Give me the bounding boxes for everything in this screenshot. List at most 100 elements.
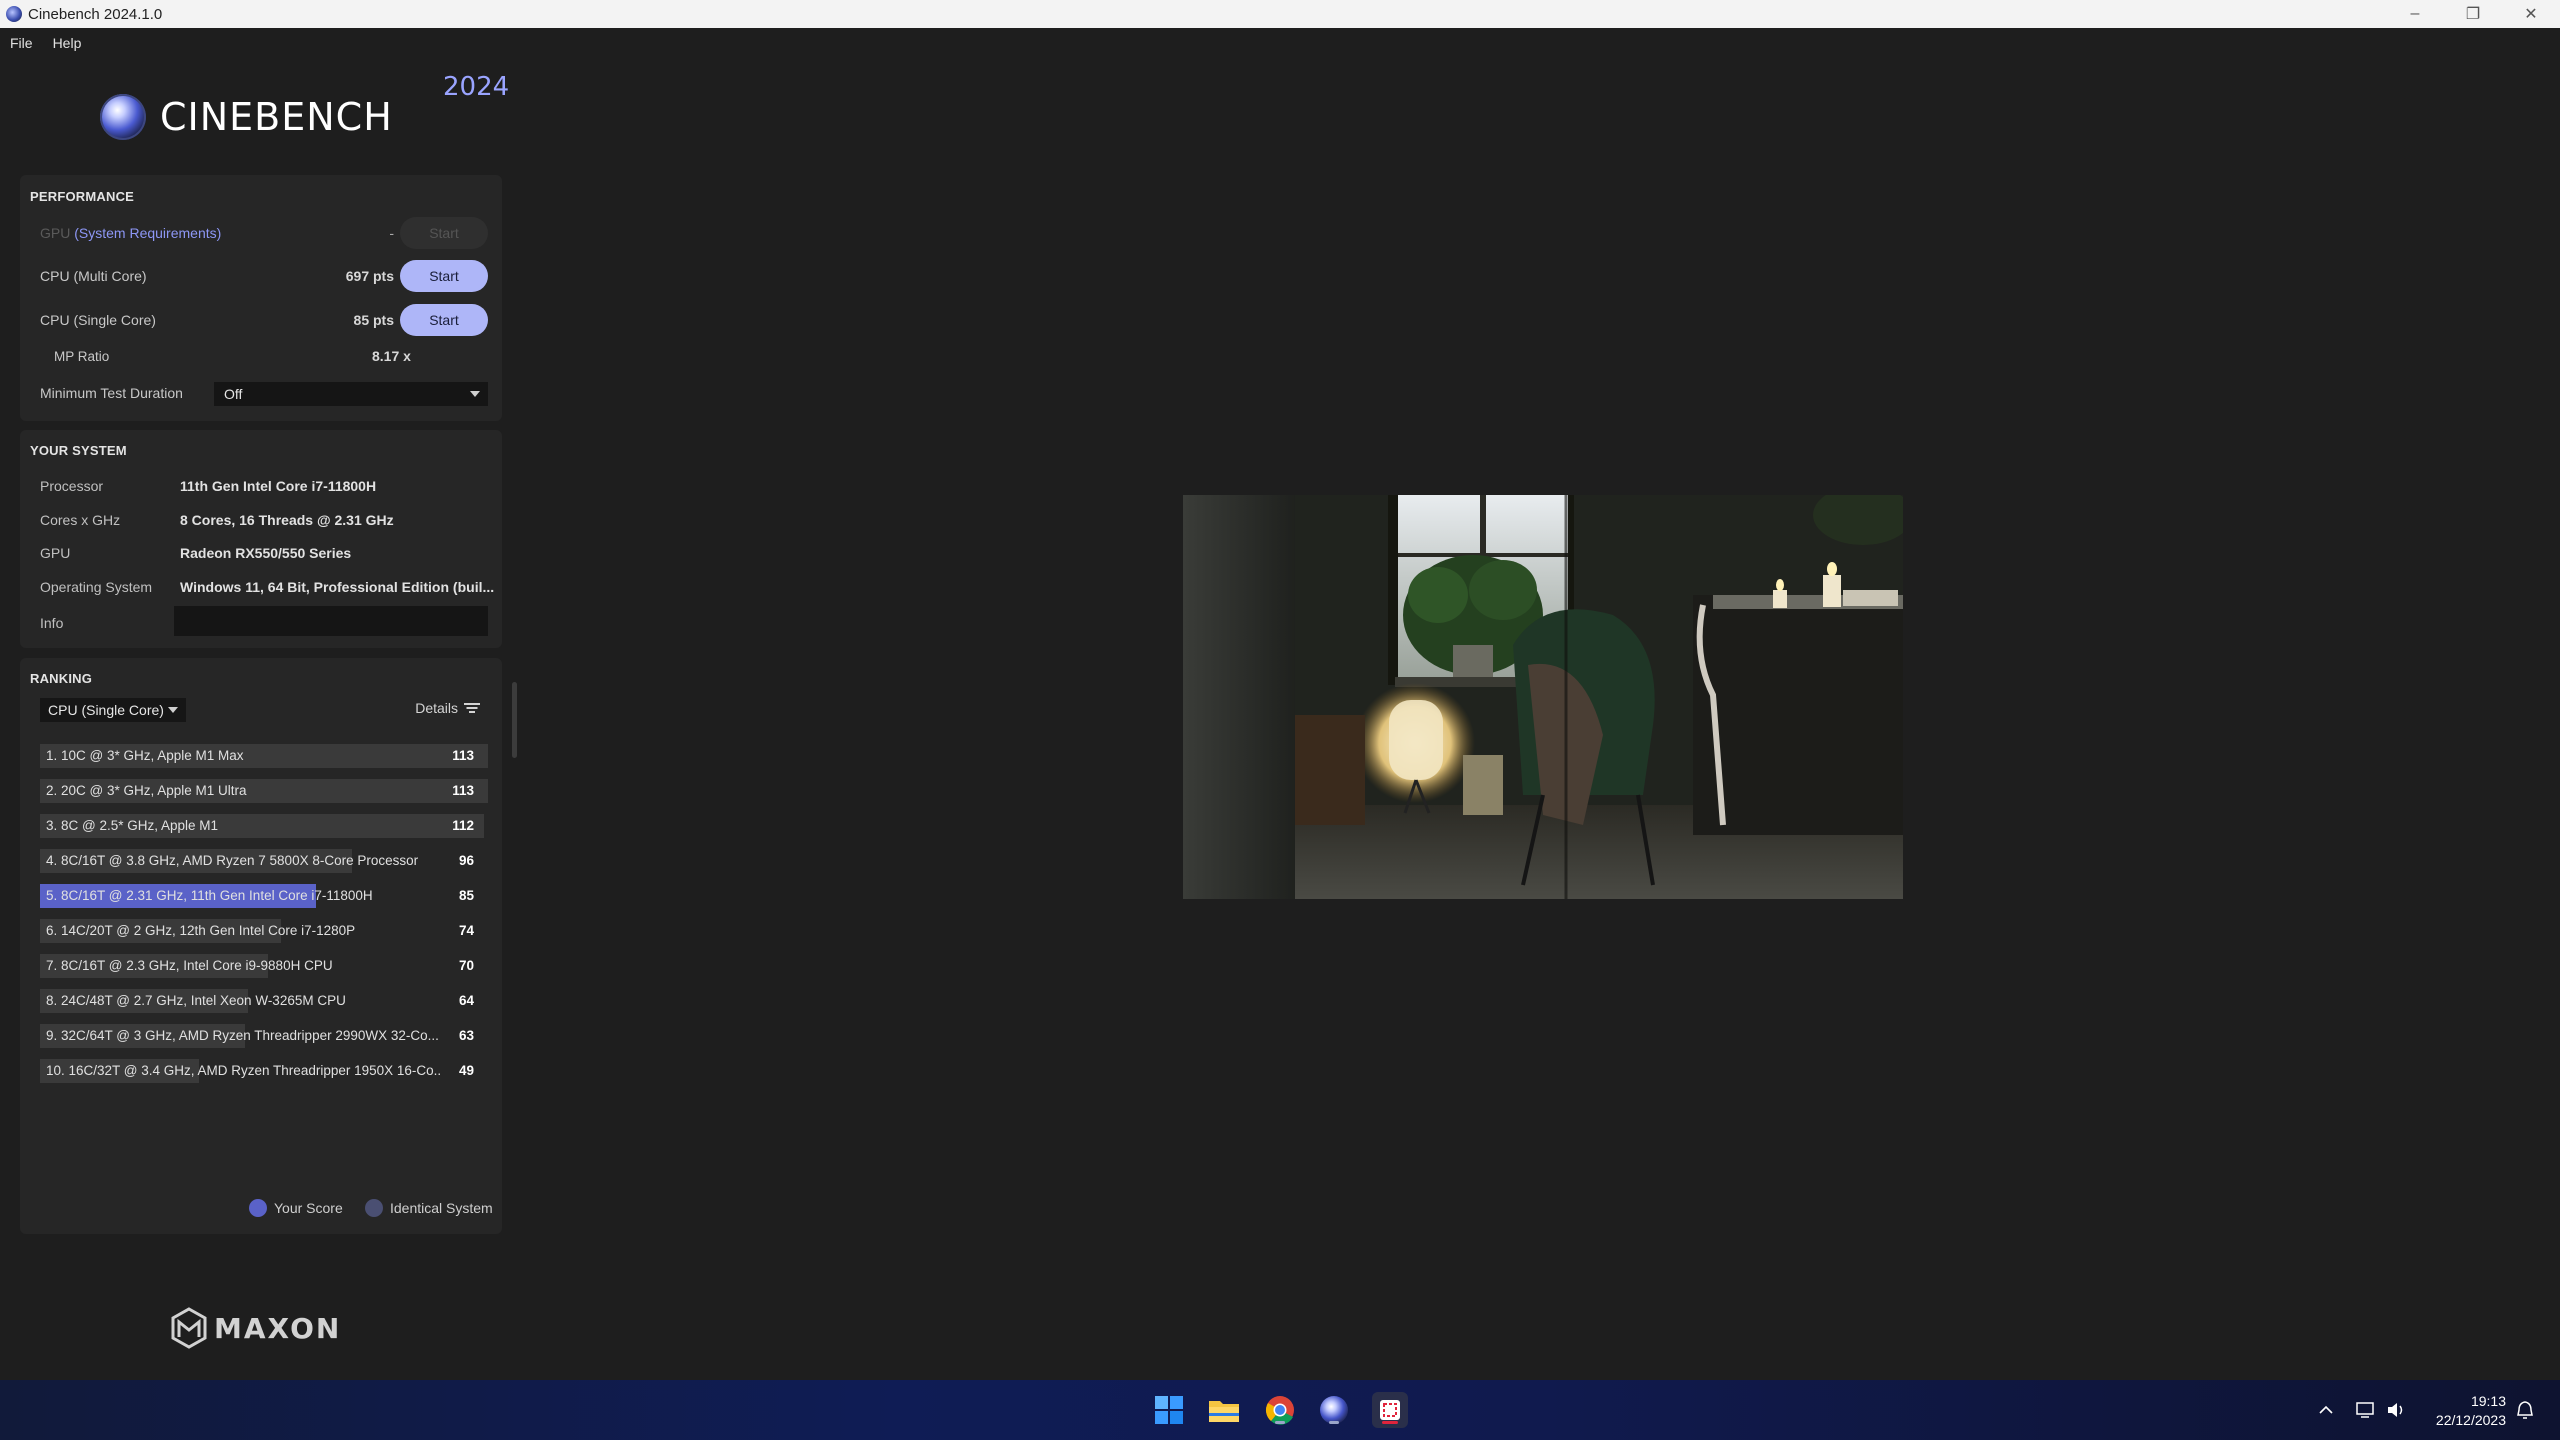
gpu-start-button[interactable]: Start: [400, 217, 488, 249]
ranking-row-label: 8. 24C/48T @ 2.7 GHz, Intel Xeon W-3265M…: [46, 993, 346, 1008]
close-icon[interactable]: ✕: [2502, 0, 2560, 28]
show-hidden-icons[interactable]: [2318, 1380, 2334, 1440]
ranking-row-score: 113: [452, 783, 474, 798]
clock-date: 22/12/2023: [2435, 1412, 2506, 1428]
left-panel-scrollbar[interactable]: [512, 682, 517, 758]
network-icon[interactable]: [2356, 1380, 2376, 1440]
brand-name: CINEBENCH: [160, 95, 393, 139]
volume-icon[interactable]: [2386, 1380, 2406, 1440]
ranking-row[interactable]: 2. 20C @ 3* GHz, Apple M1 Ultra 113: [40, 779, 488, 803]
gpu-label: GPU: [40, 225, 71, 241]
info-field[interactable]: [174, 606, 488, 636]
chrome-icon[interactable]: [1262, 1392, 1298, 1428]
ranking-legend: Your Score Identical System: [20, 1198, 502, 1218]
notification-bell-icon[interactable]: [2516, 1380, 2534, 1440]
cpu-multi-label: CPU (Multi Core): [40, 268, 147, 284]
ranking-row[interactable]: 6. 14C/20T @ 2 GHz, 12th Gen Intel Core …: [40, 919, 488, 943]
taskbar: 19:13 22/12/2023: [0, 1380, 2560, 1440]
mp-ratio-value: 8.17 x: [372, 348, 411, 364]
details-button[interactable]: Details: [415, 700, 480, 716]
ranking-row-label: 9. 32C/64T @ 3 GHz, AMD Ryzen Threadripp…: [46, 1028, 439, 1043]
your-score-dot: [249, 1199, 267, 1217]
restore-icon[interactable]: ❐: [2444, 0, 2502, 28]
processor-value: 11th Gen Intel Core i7-11800H: [180, 478, 377, 494]
ranking-row-label: 4. 8C/16T @ 3.8 GHz, AMD Ryzen 7 5800X 8…: [46, 853, 419, 868]
gpu-row: GPU (System Requirements) - Start: [40, 217, 488, 249]
system-requirements-link[interactable]: (System Requirements): [74, 225, 221, 241]
your-system-title: YOUR SYSTEM: [30, 443, 127, 458]
your-system-panel: YOUR SYSTEM Processor 11th Gen Intel Cor…: [20, 430, 502, 648]
ranking-row[interactable]: 9. 32C/64T @ 3 GHz, AMD Ryzen Threadripp…: [40, 1024, 488, 1048]
info-label: Info: [40, 615, 64, 631]
window-title: Cinebench 2024.1.0: [28, 5, 163, 23]
chevron-down-icon: [470, 391, 480, 397]
details-label: Details: [415, 700, 458, 716]
ranking-test-select[interactable]: CPU (Single Core): [40, 698, 186, 722]
gpu-sys-label: GPU: [40, 545, 71, 561]
ranking-row[interactable]: 10. 16C/32T @ 3.4 GHz, AMD Ryzen Threadr…: [40, 1059, 488, 1083]
performance-title: PERFORMANCE: [30, 189, 135, 204]
ranking-row-label: 1. 10C @ 3* GHz, Apple M1 Max: [46, 748, 244, 763]
ranking-title: RANKING: [30, 671, 93, 686]
cinebench-logo: CINEBENCH: [100, 94, 393, 140]
cpu-multi-score: 697 pts: [345, 268, 394, 284]
ranking-row[interactable]: 4. 8C/16T @ 3.8 GHz, AMD Ryzen 7 5800X 8…: [40, 849, 488, 873]
cpu-single-score: 85 pts: [353, 312, 394, 328]
mp-ratio-label: MP Ratio: [54, 348, 110, 364]
ranking-row-score: 113: [452, 748, 474, 763]
cinebench-orb-icon: [100, 94, 146, 140]
os-value: Windows 11, 64 Bit, Professional Edition…: [180, 579, 495, 595]
min-duration-label: Minimum Test Duration: [40, 385, 183, 401]
title-bar: Cinebench 2024.1.0 – ❐ ✕: [0, 0, 2560, 28]
ranking-row-label: 10. 16C/32T @ 3.4 GHz, AMD Ryzen Threadr…: [46, 1063, 442, 1078]
brand-year: 2024: [443, 72, 510, 102]
ranking-row[interactable]: 8. 24C/48T @ 2.7 GHz, Intel Xeon W-3265M…: [40, 989, 488, 1013]
windows-start-icon[interactable]: [1151, 1392, 1187, 1428]
cpu-multi-row: CPU (Multi Core) 697 pts Start: [40, 260, 488, 292]
os-label: Operating System: [40, 579, 153, 595]
cpu-single-start-button[interactable]: Start: [400, 304, 488, 336]
ranking-row[interactable]: 7. 8C/16T @ 2.3 GHz, Intel Core i9-9880H…: [40, 954, 488, 978]
ranking-row-label: 6. 14C/20T @ 2 GHz, 12th Gen Intel Core …: [46, 923, 356, 938]
identical-system-dot: [365, 1199, 383, 1217]
min-duration-value: Off: [224, 386, 243, 402]
cores-label: Cores x GHz: [40, 512, 121, 528]
mp-ratio-row: MP Ratio 8.17 x: [54, 340, 488, 372]
snipping-tool-icon[interactable]: [1372, 1392, 1408, 1428]
ranking-row-score: 70: [458, 958, 474, 973]
clock-time: 19:13: [2470, 1393, 2506, 1409]
ranking-row-label: 5. 8C/16T @ 2.31 GHz, 11th Gen Intel Cor…: [46, 888, 373, 903]
cores-value: 8 Cores, 16 Threads @ 2.31 GHz: [180, 512, 394, 528]
cpu-single-row: CPU (Single Core) 85 pts Start: [40, 304, 488, 336]
ranking-row[interactable]: 1. 10C @ 3* GHz, Apple M1 Max 113: [40, 744, 488, 768]
render-scene: [1183, 495, 1903, 899]
legend-your-score: Your Score: [274, 1200, 343, 1216]
render-preview-image: [1183, 495, 1903, 899]
file-explorer-icon[interactable]: [1206, 1392, 1242, 1428]
ranking-row-score: 112: [452, 818, 474, 833]
gpu-score: -: [389, 225, 394, 241]
ranking-row[interactable]: 3. 8C @ 2.5* GHz, Apple M1 112: [40, 814, 488, 838]
system-clock[interactable]: 19:13 22/12/2023: [2436, 1392, 2506, 1430]
maxon-mark-icon: [171, 1307, 207, 1349]
ranking-row-score: 64: [458, 993, 474, 1008]
ranking-row[interactable]: 5. 8C/16T @ 2.31 GHz, 11th Gen Intel Cor…: [40, 884, 488, 908]
maxon-logo: MAXON: [170, 1307, 341, 1349]
min-duration-select[interactable]: Off: [214, 382, 488, 406]
menu-file[interactable]: File: [0, 35, 43, 51]
ranking-row-label: 3. 8C @ 2.5* GHz, Apple M1: [46, 818, 219, 833]
ranking-row-score: 63: [458, 1028, 474, 1043]
filter-icon: [464, 702, 480, 714]
ranking-row-label: 7. 8C/16T @ 2.3 GHz, Intel Core i9-9880H…: [46, 958, 333, 973]
minimize-icon[interactable]: –: [2386, 0, 2444, 28]
gpu-sys-value: Radeon RX550/550 Series: [180, 545, 352, 561]
ranking-row-score: 85: [458, 888, 474, 903]
cinebench-icon[interactable]: [1316, 1392, 1352, 1428]
ranking-row-score: 96: [458, 853, 474, 868]
menu-bar: File Help: [0, 28, 2560, 58]
cpu-multi-start-button[interactable]: Start: [400, 260, 488, 292]
cinebench-app-icon: [6, 6, 22, 22]
cpu-single-label: CPU (Single Core): [40, 312, 156, 328]
menu-help[interactable]: Help: [43, 35, 92, 51]
ranking-panel: RANKING CPU (Single Core) Details 1. 10C…: [20, 658, 502, 1234]
